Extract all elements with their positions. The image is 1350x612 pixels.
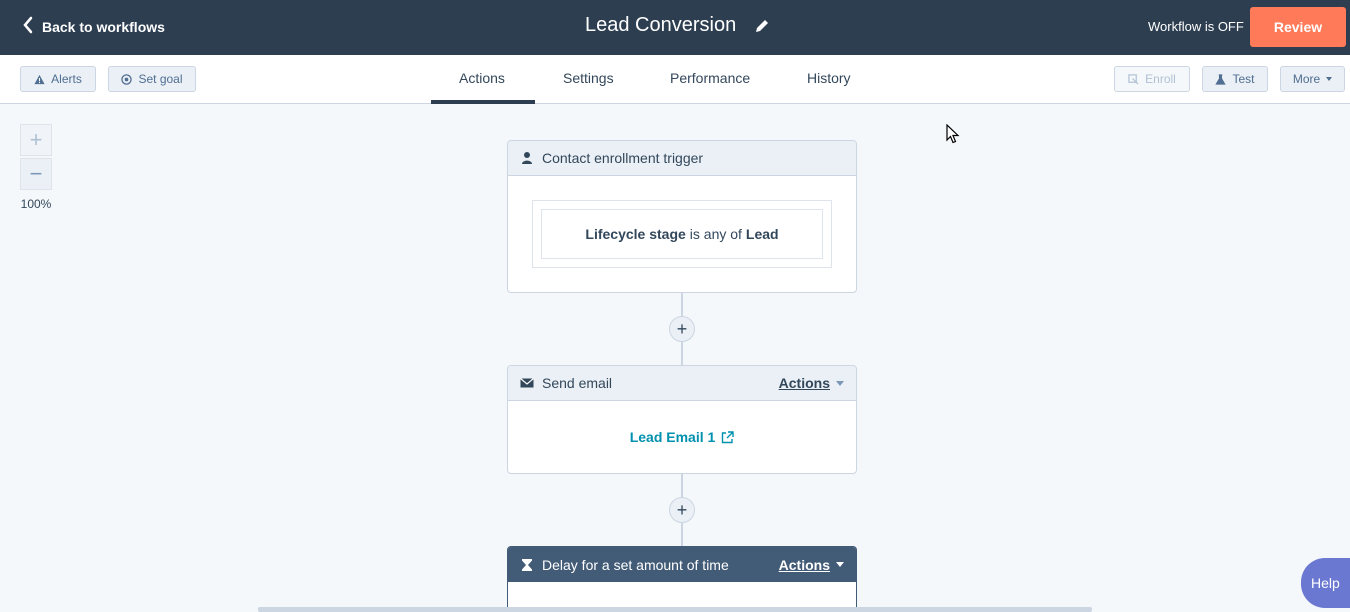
filter-value: Lead [745,226,779,242]
send-email-header: Send email Actions [508,366,856,401]
more-dropdown[interactable]: More [1280,66,1345,92]
trigger-filter-box: Lifecycle stage is any of Lead [532,200,832,268]
delay-card-header: Delay for a set amount of time Actions [508,547,856,582]
alerts-button[interactable]: Alerts [20,66,96,92]
test-button[interactable]: Test [1202,66,1268,92]
zoom-in-button[interactable]: + [20,124,52,156]
trigger-filter[interactable]: Lifecycle stage is any of Lead [541,209,823,259]
person-icon [520,151,534,165]
filter-operator: is any of [689,226,742,242]
mouse-cursor-icon [946,123,960,149]
actions-label: Actions [778,375,830,391]
filter-property: Lifecycle stage [585,226,686,242]
back-label: Back to workflows [42,18,165,35]
delay-card: Delay for a set amount of time Actions [507,546,857,612]
more-label: More [1292,72,1321,86]
sub-toolbar: Alerts Set goal Actions Settings Perform… [0,55,1350,104]
pencil-icon[interactable] [754,18,770,34]
trigger-card-header: Contact enrollment trigger [508,141,856,176]
actions-label: Actions [778,556,830,573]
active-tab-indicator [431,100,535,104]
alerts-label: Alerts [51,72,82,86]
zoom-level: 100% [20,197,52,211]
workflow-status: Workflow is OFF [1148,19,1244,34]
envelope-icon [520,376,534,390]
send-email-actions-dropdown[interactable]: Actions [779,375,844,391]
send-email-body: Lead Email 1 [508,401,856,473]
help-button[interactable]: Help [1301,558,1350,608]
target-icon [121,73,133,85]
send-email-title: Send email [542,375,613,391]
review-button[interactable]: Review [1250,7,1346,47]
send-email-card: Send email Actions Lead Email 1 [507,365,857,474]
warning-icon [34,74,45,85]
tab-history[interactable]: History [807,70,851,86]
hourglass-icon [520,558,534,572]
enroll-button[interactable]: Enroll [1114,66,1190,92]
add-action-button[interactable]: + [669,316,695,342]
email-link[interactable]: Lead Email 1 [630,429,716,445]
enroll-label: Enroll [1145,72,1176,86]
flask-icon [1215,73,1227,85]
tab-performance[interactable]: Performance [670,70,750,86]
add-action-button[interactable]: + [669,497,695,523]
trigger-title: Contact enrollment trigger [542,150,704,166]
delay-title: Delay for a set amount of time [542,556,729,573]
delay-actions-dropdown[interactable]: Actions [779,557,844,573]
tab-actions[interactable]: Actions [459,70,505,86]
back-to-workflows-link[interactable]: Back to workflows [22,16,165,37]
tab-settings[interactable]: Settings [563,70,614,86]
external-link-icon[interactable] [721,430,734,444]
set-goal-label: Set goal [138,72,183,86]
caret-down-icon [1326,77,1333,81]
enroll-icon [1128,73,1139,85]
workflow-title: Lead Conversion [585,14,737,36]
caret-down-icon [836,562,844,567]
horizontal-scrollbar[interactable] [258,607,1092,612]
zoom-out-button[interactable]: − [20,158,52,190]
set-goal-button[interactable]: Set goal [108,66,196,92]
caret-down-icon [836,380,844,386]
enrollment-trigger-card: Contact enrollment trigger Lifecycle sta… [507,140,857,293]
test-label: Test [1232,72,1255,86]
top-header: Back to workflows Lead Conversion Workfl… [0,0,1350,55]
chevron-left-icon [22,16,34,37]
